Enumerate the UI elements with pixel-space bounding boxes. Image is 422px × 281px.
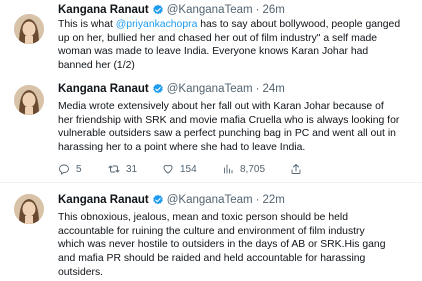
retweet-button[interactable]: 31 [108,163,137,175]
separator-dot: · [255,4,260,16]
retweet-count: 31 [126,163,138,175]
mention-link[interactable]: @priyankachopra [116,19,198,30]
like-button[interactable]: 154 [162,163,197,175]
tweet-text: This obnoxious, jealous, mean and toxic … [58,212,386,278]
tweet-1[interactable]: Kangana Ranaut @KanganaTeam · 26m This i… [0,0,422,86]
views-icon [224,164,233,174]
tweet-feed: Kangana Ranaut @KanganaTeam · 26m This i… [0,0,422,281]
avatar[interactable] [14,14,44,44]
tweet-text-pre: This is what [58,19,116,30]
avatar[interactable] [14,85,44,115]
reply-button[interactable]: 5 [58,163,82,175]
like-count: 154 [180,163,197,175]
author-handle[interactable]: @KanganaTeam [167,82,253,96]
views-button[interactable]: 8,705 [222,163,265,175]
heart-icon [163,164,173,174]
author-name[interactable]: Kangana Ranaut [58,82,149,96]
view-count: 8,705 [240,163,266,175]
timestamp[interactable]: 22m [262,193,284,207]
avatar-icon [14,85,44,115]
timestamp[interactable]: 24m [262,82,284,96]
retweet-icon [108,165,120,173]
tweet-text: This is what @priyankachopra has to say … [58,18,412,73]
tweet-header: Kangana Ranaut @KanganaTeam · 22m [58,193,412,207]
author-handle[interactable]: @KanganaTeam [167,3,253,17]
share-icon [291,164,301,174]
reply-count: 5 [76,163,82,175]
tweet-2[interactable]: Kangana Ranaut @KanganaTeam · 24m Media … [0,78,422,181]
tweet-header: Kangana Ranaut @KanganaTeam · 26m [58,3,412,17]
author-name[interactable]: Kangana Ranaut [58,3,149,17]
avatar-icon [14,194,44,224]
avatar-icon [14,14,44,44]
tweet-header: Kangana Ranaut @KanganaTeam · 24m [58,82,412,96]
author-name[interactable]: Kangana Ranaut [58,193,149,207]
verified-badge-icon [153,4,163,15]
tweet-3[interactable]: Kangana Ranaut @KanganaTeam · 22m This o… [0,183,422,281]
timestamp[interactable]: 26m [262,3,284,17]
tweet-text: Media wrote extensively about her fall o… [58,101,400,154]
author-handle[interactable]: @KanganaTeam [167,193,253,207]
avatar[interactable] [14,194,44,224]
reply-icon [59,164,69,175]
share-button[interactable] [290,163,308,175]
separator-dot: · [255,194,260,206]
verified-badge-icon [153,194,163,205]
tweet-actions: 5 31 154 8,705 [58,162,358,176]
verified-badge-icon [153,83,163,94]
separator-dot: · [255,83,260,95]
